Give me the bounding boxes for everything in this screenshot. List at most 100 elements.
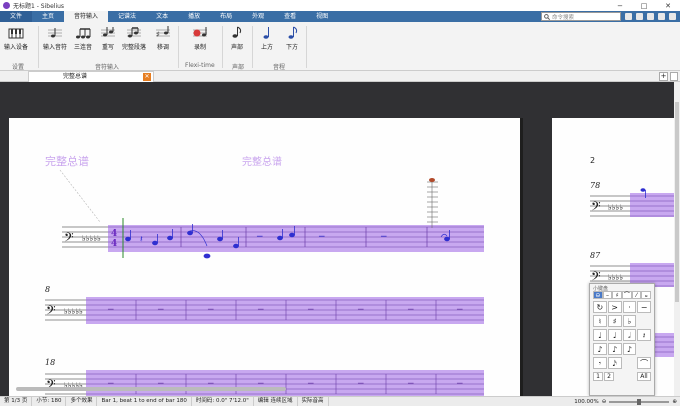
tab-home[interactable]: 主页 [32,11,64,22]
keypad-row: ♩ ♩ 𝅗𝅥 𝄽 [590,329,654,343]
keypad-key[interactable]: 𝄽 [637,329,651,341]
keypad-title: 小键盘 [593,286,609,292]
interval-above-button[interactable]: 上方 [259,25,275,51]
grid-icon[interactable] [658,13,665,20]
svg-text:−: − [357,379,365,389]
status-bar-count: 小节: 180 [32,397,67,406]
voice-2-button[interactable]: 2 [604,372,614,381]
score-canvas: 完整总谱 完整总谱 𝄢 ♭♭♭♭♭ 4 4 𝄽 − − − 8 𝄢 ♭♭♭♭♭ … [9,118,674,396]
redo-icon[interactable] [647,13,654,20]
keypad-key[interactable]: 𝄾 [593,357,607,369]
keypad-key[interactable]: ♪ [593,343,607,355]
record-button[interactable]: 录制 [192,25,208,51]
tab-review[interactable]: 查看 [274,11,306,22]
keypad-key[interactable]: ♩ [593,329,607,341]
status-bar: 第 1/3 页 小节: 180 多个效果 Bar 1, beat 1 to en… [0,396,680,406]
svg-text:♯: ♯ [156,30,160,39]
keypad-key[interactable]: ↻ [593,301,607,313]
interval-above-icon [263,27,269,39]
zoom-slider[interactable] [609,398,670,405]
bass-clef-icon: 𝄢 [591,199,601,217]
vertical-scrollbar[interactable] [674,82,680,396]
undo-icon[interactable] [636,13,643,20]
interval-below-button[interactable]: 下方 [284,25,300,51]
transpose-label: 移调 [156,44,169,51]
keypad-tab-common[interactable]: ⊖ [593,291,603,299]
interval-below-label: 下方 [285,44,298,51]
keypad-row: 𝄾 𝅘𝅥𝅯 ⌒ [590,357,654,371]
input-devices-button[interactable]: 输入设备 [4,25,28,51]
keypad-key[interactable]: > [607,301,622,313]
zoom-out-icon[interactable]: ⊖ [602,399,607,405]
selected-staff-1[interactable] [108,225,484,252]
tab-note-input[interactable]: 音符输入 [64,11,109,22]
svg-text:−: − [456,305,464,315]
title-center-text: 完整总谱 [242,155,282,168]
bass-clef-icon: 𝄢 [46,377,56,395]
voice-1-button[interactable]: 1 [593,372,603,381]
tab-layout[interactable]: 布局 [210,11,242,22]
close-button[interactable]: ✕ [656,2,680,10]
tab-menu-icon[interactable] [670,72,678,81]
key-signature-flats: ♭♭♭♭♭ [64,307,83,316]
svg-text:−: − [157,305,165,315]
keypad-layout-tabs: ⊖ – ♯ ⌒ ⁄ 𝄪 [590,291,654,299]
full-passage-button[interactable]: 完整段落 [122,25,146,51]
re-input-button[interactable]: 重写 [100,25,116,51]
keypad-key[interactable]: ♪ [622,343,637,355]
restore-button[interactable]: □ [632,2,656,10]
keypad-key[interactable]: ♮ [593,315,607,327]
note-input-icon [48,28,62,38]
status-page: 第 1/3 页 [0,397,33,406]
keypad-key[interactable]: · [622,301,637,313]
high-note[interactable] [429,178,435,182]
triplets-label: 三连音 [74,44,93,51]
help-icon[interactable] [669,13,676,20]
transpose-button[interactable]: ♯ 移调 [155,25,171,51]
tab-notations[interactable]: 记谱法 [108,11,146,22]
svg-text:−: − [357,305,365,315]
horizontal-scrollbar[interactable] [16,387,286,391]
window-controls: − □ ✕ [608,2,680,10]
document-tab-full-score[interactable]: 完整总谱 ✕ [28,71,154,82]
new-tab-button[interactable]: + [659,72,668,81]
command-search-input[interactable]: 命令搜索 [541,12,621,21]
selected-staff-p2-1[interactable] [630,193,674,217]
bass-clef-icon: 𝄢 [64,230,74,248]
keypad-key[interactable]: ♯ [607,315,622,327]
keypad-key[interactable]: ⌒ [637,357,652,369]
status-pitch: 实际音高 [298,397,329,406]
keypad-tab-jazz[interactable]: ⁄ [631,291,642,299]
tab-file[interactable]: 文件 [0,11,33,22]
zoom-in-icon[interactable]: ⊕ [672,399,677,405]
tab-play[interactable]: 播放 [178,11,210,22]
tab-appearance[interactable]: 外观 [242,11,274,22]
keypad-key[interactable]: 𝅘𝅥𝅯 [607,357,622,369]
zoom-slider-thumb[interactable] [637,398,642,405]
keypad-tab-articulations[interactable]: ⌒ [622,291,632,299]
minimize-button[interactable]: − [608,2,632,10]
tab-text[interactable]: 文本 [146,11,178,22]
keypad-tab-beams[interactable]: ♯ [612,291,623,299]
close-tab-icon[interactable]: ✕ [143,73,151,81]
status-timecode: 时间码: 0.0" 7'12.0" [192,397,254,406]
keypad-row: ♪ ♪ ♪ [590,343,654,357]
keypad-key[interactable]: ♪ [607,343,622,355]
voices-button[interactable]: 声部 [229,25,245,51]
keypad-key[interactable]: ♭ [622,315,637,327]
tab-view[interactable]: 视图 [306,11,338,22]
keypad-row: ↻ > · − [590,301,654,315]
scroll-thumb[interactable] [675,102,679,302]
re-input-icon [101,27,115,37]
group-separator [178,26,179,68]
keypad-tab-accidentals[interactable]: 𝄪 [641,291,652,299]
triplets-button[interactable]: 三连音 [74,25,92,51]
voice-all-button[interactable]: All [637,372,651,381]
save-icon[interactable] [625,13,632,20]
input-notes-button[interactable]: 输入音符 [43,25,67,51]
keypad-key[interactable]: − [637,301,651,313]
keypad-key[interactable]: ♩ [607,329,622,341]
keypad-key[interactable]: 𝅗𝅥 [622,329,637,341]
keypad-tab-more-notes[interactable]: – [602,291,613,299]
status-edit-mode: 编辑 连续区域 [254,397,298,406]
